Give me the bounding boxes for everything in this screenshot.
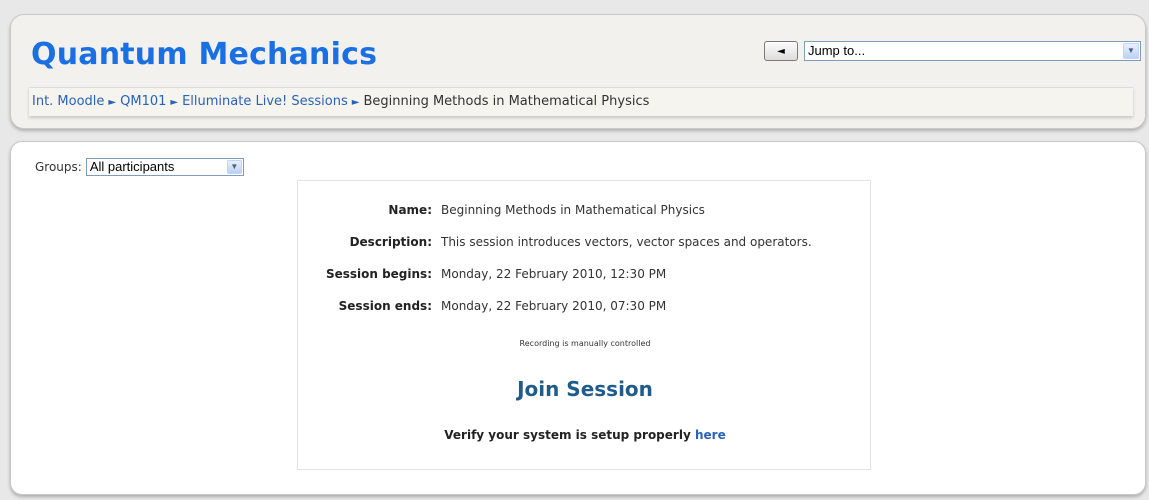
left-arrow-icon: ◄ (777, 45, 785, 57)
session-ends-value: Monday, 22 February 2010, 07:30 PM (441, 299, 667, 313)
verify-text: Verify your system is setup properly (444, 428, 691, 442)
verify-here-link[interactable]: here (695, 428, 726, 442)
main-content: Groups: All participants ▼ Name: Beginni… (10, 141, 1146, 495)
session-details: Name: Beginning Methods in Mathematical … (297, 180, 871, 470)
chevron-down-icon[interactable]: ▼ (1123, 43, 1139, 59)
breadcrumb-separator-icon: ► (108, 97, 117, 108)
join-session-link[interactable]: Join Session (298, 377, 872, 401)
groups-label: Groups: (35, 160, 82, 174)
groups-selected-value: All participants (89, 159, 175, 174)
session-begins-label: Session begins: (325, 267, 432, 281)
session-description-value: This session introduces vectors, vector … (441, 235, 812, 249)
chevron-down-icon[interactable]: ▼ (226, 160, 242, 174)
breadcrumb-separator-icon: ► (351, 97, 360, 108)
breadcrumb-item-int-moodle[interactable]: Int. Moodle (32, 94, 104, 109)
breadcrumb-separator-icon: ► (170, 97, 179, 108)
verify-system-text: Verify your system is setup properly her… (298, 428, 872, 442)
jump-to-select[interactable]: Jump to... ▼ (804, 41, 1141, 61)
breadcrumb: Int. Moodle ► QM101 ► Elluminate Live! Sessi… (29, 87, 1133, 116)
session-name-value: Beginning Methods in Mathematical Physic… (441, 203, 705, 217)
recording-note: Recording is manually controlled (519, 339, 651, 348)
session-ends-label: Session ends: (338, 299, 432, 313)
session-name-label: Name: (388, 203, 432, 217)
groups-select[interactable]: All participants ▼ (85, 158, 244, 176)
jump-to-value: Jump to... (808, 43, 866, 58)
header-panel: Quantum Mechanics ◄ Jump to... ▼ Int. Mo… (10, 14, 1146, 129)
breadcrumb-item-elluminate-sessions[interactable]: Elluminate Live! Sessions (182, 94, 348, 109)
breadcrumb-current: Beginning Methods in Mathematical Physic… (363, 94, 650, 109)
course-title[interactable]: Quantum Mechanics (31, 37, 377, 72)
jump-back-button[interactable]: ◄ (764, 41, 798, 61)
session-description-label: Description: (349, 235, 432, 249)
breadcrumb-item-qm101[interactable]: QM101 (120, 94, 166, 109)
session-begins-value: Monday, 22 February 2010, 12:30 PM (441, 267, 667, 281)
groups-filter: Groups: All participants ▼ (35, 158, 244, 176)
